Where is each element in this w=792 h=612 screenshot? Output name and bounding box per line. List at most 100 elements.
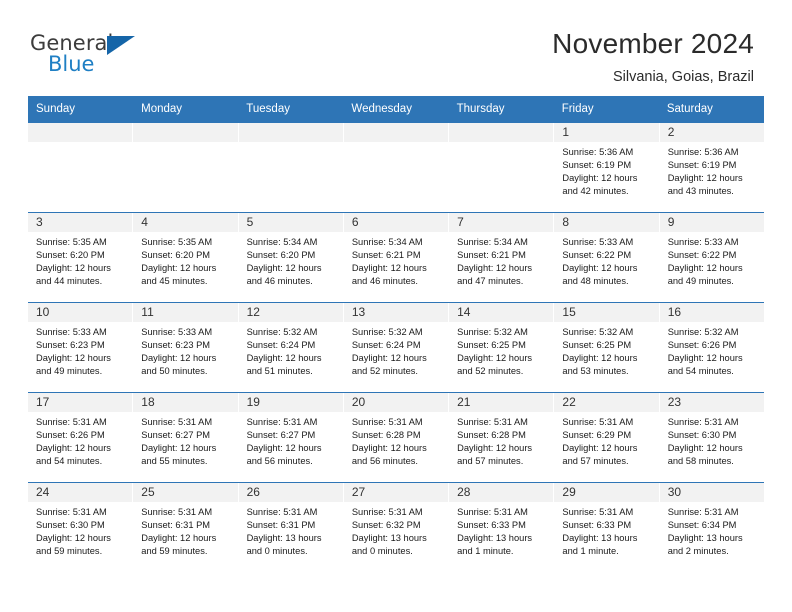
calendar-day-cell[interactable]: 1 Sunrise: 5:36 AM Sunset: 6:19 PM Daylight… — [554, 123, 660, 212]
day-number: 30 — [659, 483, 764, 502]
calendar-week-row: 24 Sunrise: 5:31 AM Sunset: 6:30 PM Dayligh… — [28, 482, 764, 572]
sunrise-time: Sunrise: 5:31 AM — [351, 507, 423, 517]
daylight-duration-line1: Daylight: 12 hours — [457, 263, 533, 274]
calendar-day-cell[interactable]: 17 Sunrise: 5:31 AM Sunset: 6:26 PM Dayligh… — [28, 393, 134, 482]
daylight-duration-line1: Daylight: 12 hours — [351, 353, 427, 364]
sunset-time: Sunset: 6:26 PM — [667, 340, 737, 351]
sunrise-time: Sunrise: 5:33 AM — [141, 327, 213, 337]
sunrise-time: Sunrise: 5:32 AM — [667, 327, 739, 337]
day-sun-info: Sunrise: 5:32 AM Sunset: 6:24 PM Daylight:… — [344, 322, 448, 378]
daylight-duration-line1: Daylight: 12 hours — [562, 173, 638, 184]
sunrise-time: Sunrise: 5:31 AM — [246, 507, 318, 517]
day-sun-info: Sunrise: 5:33 AM Sunset: 6:23 PM Daylight:… — [28, 322, 132, 378]
sunrise-time: Sunrise: 5:31 AM — [36, 507, 107, 517]
day-number: 24 — [28, 483, 133, 502]
daylight-duration-line2: and 42 minutes. — [562, 186, 629, 197]
calendar-day-cell[interactable]: 5 Sunrise: 5:34 AM Sunset: 6:20 PM Daylight… — [238, 213, 344, 302]
calendar-day-cell[interactable]: 19 Sunrise: 5:31 AM Sunset: 6:27 PM Dayligh… — [238, 393, 344, 482]
day-number: 20 — [343, 393, 449, 412]
calendar-day-cell[interactable]: 20 Sunrise: 5:31 AM Sunset: 6:28 PM Dayligh… — [343, 393, 450, 482]
daylight-duration-line2: and 50 minutes. — [141, 366, 208, 377]
day-number: 18 — [133, 393, 238, 412]
day-sun-info: Sunrise: 5:36 AM Sunset: 6:19 PM Daylight:… — [660, 142, 764, 198]
sunrise-time: Sunrise: 5:33 AM — [562, 237, 634, 247]
daylight-duration-line1: Daylight: 13 hours — [667, 533, 743, 544]
daylight-duration-line1: Daylight: 12 hours — [457, 353, 533, 364]
blue-triangle-icon — [107, 36, 135, 55]
sunrise-time: Sunrise: 5:31 AM — [457, 507, 528, 517]
calendar-day-cell[interactable]: 2 Sunrise: 5:36 AM Sunset: 6:19 PM Daylight… — [659, 123, 764, 212]
calendar-day-cell[interactable]: 30 Sunrise: 5:31 AM Sunset: 6:34 PM Dayligh… — [659, 483, 764, 572]
sunset-time: Sunset: 6:20 PM — [141, 250, 211, 261]
sunset-time: Sunset: 6:25 PM — [562, 340, 632, 351]
day-sun-info: Sunrise: 5:31 AM Sunset: 6:29 PM Daylight:… — [554, 412, 658, 468]
weekday-header-thursday: Thursday — [456, 103, 505, 115]
daylight-duration-line1: Daylight: 13 hours — [457, 533, 533, 544]
day-number — [133, 123, 238, 142]
calendar-day-cell[interactable]: 14 Sunrise: 5:32 AM Sunset: 6:25 PM Dayligh… — [449, 303, 555, 392]
day-number: 11 — [133, 303, 238, 322]
daylight-duration-line2: and 48 minutes. — [562, 276, 629, 287]
daylight-duration-line2: and 2 minutes. — [667, 546, 729, 557]
daylight-duration-line2: and 0 minutes. — [246, 546, 308, 557]
daylight-duration-line2: and 54 minutes. — [667, 366, 734, 377]
calendar-day-cell[interactable]: 27 Sunrise: 5:31 AM Sunset: 6:32 PM Dayligh… — [343, 483, 450, 572]
sunrise-time: Sunrise: 5:35 AM — [36, 237, 107, 247]
sunrise-time: Sunrise: 5:32 AM — [562, 327, 634, 337]
sunset-time: Sunset: 6:22 PM — [667, 250, 737, 261]
calendar-day-cell[interactable]: 10 Sunrise: 5:33 AM Sunset: 6:23 PM Dayligh… — [28, 303, 134, 392]
calendar-day-cell[interactable]: 16 Sunrise: 5:32 AM Sunset: 6:26 PM Dayligh… — [659, 303, 764, 392]
daylight-duration-line1: Daylight: 12 hours — [141, 353, 217, 364]
daylight-duration-line2: and 1 minute. — [562, 546, 619, 557]
calendar-day-cell[interactable]: 22 Sunrise: 5:31 AM Sunset: 6:29 PM Dayligh… — [554, 393, 660, 482]
calendar-day-cell[interactable]: 28 Sunrise: 5:31 AM Sunset: 6:33 PM Dayligh… — [449, 483, 555, 572]
day-number — [343, 123, 449, 142]
sunset-time: Sunset: 6:20 PM — [36, 250, 105, 261]
daylight-duration-line1: Daylight: 12 hours — [141, 443, 217, 454]
daylight-duration-line2: and 0 minutes. — [351, 546, 413, 557]
day-number: 1 — [554, 123, 659, 142]
calendar-day-cell[interactable]: 21 Sunrise: 5:31 AM Sunset: 6:28 PM Dayligh… — [449, 393, 555, 482]
calendar-day-cell-empty — [238, 123, 344, 212]
day-number: 22 — [554, 393, 659, 412]
calendar-day-cell[interactable]: 13 Sunrise: 5:32 AM Sunset: 6:24 PM Dayligh… — [343, 303, 450, 392]
day-sun-info: Sunrise: 5:31 AM Sunset: 6:32 PM Daylight:… — [344, 502, 448, 558]
calendar-day-cell[interactable]: 6 Sunrise: 5:34 AM Sunset: 6:21 PM Daylight… — [343, 213, 450, 302]
daylight-duration-line1: Daylight: 12 hours — [36, 263, 111, 274]
weekday-header-sunday: Sunday — [36, 103, 76, 115]
sunset-time: Sunset: 6:30 PM — [667, 430, 737, 441]
daylight-duration-line2: and 59 minutes. — [141, 546, 208, 557]
calendar-day-cell[interactable]: 7 Sunrise: 5:34 AM Sunset: 6:21 PM Daylight… — [449, 213, 555, 302]
calendar-day-cell[interactable]: 8 Sunrise: 5:33 AM Sunset: 6:22 PM Daylight… — [554, 213, 660, 302]
daylight-duration-line2: and 49 minutes. — [667, 276, 734, 287]
calendar-day-cell[interactable]: 9 Sunrise: 5:33 AM Sunset: 6:22 PM Daylight… — [659, 213, 764, 302]
calendar-day-cell[interactable]: 24 Sunrise: 5:31 AM Sunset: 6:30 PM Dayligh… — [28, 483, 134, 572]
sunset-time: Sunset: 6:19 PM — [562, 160, 632, 171]
calendar-week-row: 10 Sunrise: 5:33 AM Sunset: 6:23 PM Dayligh… — [28, 302, 764, 392]
calendar-day-cell[interactable]: 18 Sunrise: 5:31 AM Sunset: 6:27 PM Dayligh… — [133, 393, 239, 482]
calendar-day-cell[interactable]: 11 Sunrise: 5:33 AM Sunset: 6:23 PM Dayligh… — [133, 303, 239, 392]
calendar-day-cell[interactable]: 15 Sunrise: 5:32 AM Sunset: 6:25 PM Dayligh… — [554, 303, 660, 392]
daylight-duration-line2: and 45 minutes. — [141, 276, 208, 287]
calendar-day-cell[interactable]: 25 Sunrise: 5:31 AM Sunset: 6:31 PM Dayligh… — [133, 483, 239, 572]
daylight-duration-line2: and 43 minutes. — [667, 186, 734, 197]
day-number: 13 — [343, 303, 449, 322]
daylight-duration-line1: Daylight: 12 hours — [667, 173, 743, 184]
sunset-time: Sunset: 6:19 PM — [667, 160, 737, 171]
day-number: 12 — [238, 303, 343, 322]
day-sun-info: Sunrise: 5:31 AM Sunset: 6:31 PM Daylight:… — [239, 502, 343, 558]
calendar-day-cell[interactable]: 12 Sunrise: 5:32 AM Sunset: 6:24 PM Dayligh… — [238, 303, 344, 392]
calendar-day-cell[interactable]: 3 Sunrise: 5:35 AM Sunset: 6:20 PM Daylight… — [28, 213, 134, 302]
daylight-duration-line1: Daylight: 12 hours — [246, 443, 322, 454]
calendar-day-cell[interactable]: 4 Sunrise: 5:35 AM Sunset: 6:20 PM Daylight… — [133, 213, 239, 302]
calendar-day-cell[interactable]: 29 Sunrise: 5:31 AM Sunset: 6:33 PM Dayligh… — [554, 483, 660, 572]
day-number: 19 — [238, 393, 343, 412]
calendar-day-cell[interactable]: 23 Sunrise: 5:31 AM Sunset: 6:30 PM Dayligh… — [659, 393, 764, 482]
calendar-day-cell[interactable]: 26 Sunrise: 5:31 AM Sunset: 6:31 PM Dayligh… — [238, 483, 344, 572]
general-blue-logo[interactable]: General Blue — [30, 26, 150, 75]
daylight-duration-line1: Daylight: 12 hours — [141, 263, 217, 274]
day-sun-info: Sunrise: 5:36 AM Sunset: 6:19 PM Daylight:… — [554, 142, 658, 198]
sunrise-time: Sunrise: 5:34 AM — [351, 237, 423, 247]
daylight-duration-line2: and 56 minutes. — [351, 456, 418, 467]
daylight-duration-line1: Daylight: 12 hours — [562, 353, 638, 364]
